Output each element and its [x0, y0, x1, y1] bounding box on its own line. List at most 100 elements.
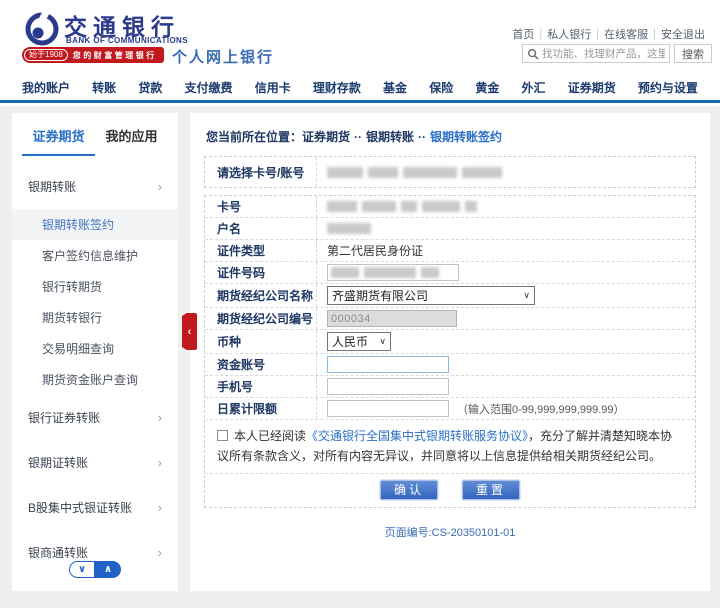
ribbon-slogan: 您的财富管理银行 [73, 50, 157, 61]
agreement-link[interactable]: 《交通银行全国集中式银期转账服务协议》 [306, 429, 528, 443]
breadcrumb-segment-1[interactable]: 银期转账 [366, 130, 414, 144]
chevron-right-icon: › [158, 410, 162, 425]
signup-form: 请选择卡号/账号 卡号 户名 [204, 156, 696, 508]
bank-logo-icon [24, 11, 60, 47]
fund-account-row: 资金账号 [205, 354, 695, 376]
breadcrumb-segment-0[interactable]: 证券期货 [302, 130, 350, 144]
sidebar-item-0-2[interactable]: 银行转期货 [12, 271, 178, 302]
agreement-row: 本人已经阅读《交通银行全国集中式银期转账服务协议》，充分了解并清楚知晓本协议所有… [205, 420, 695, 474]
breadcrumb-segment-2[interactable]: 银期转账签约 [430, 130, 502, 144]
chevron-left-icon: ‹ [188, 326, 192, 338]
top-link-2[interactable]: 在线客服 [604, 26, 648, 42]
confirm-button[interactable]: 确认 [380, 480, 438, 500]
sidebar-item-0-1[interactable]: 客户签约信息维护 [12, 240, 178, 271]
link-separator: | [596, 28, 599, 40]
nav-item-7[interactable]: 保险 [429, 79, 453, 96]
sidebar-group-3[interactable]: B股集中式银证转账 › [12, 485, 178, 530]
id-no-row: 证件号码 [205, 262, 695, 284]
nav-item-11[interactable]: 预约与设置 [638, 79, 698, 96]
nav-item-3[interactable]: 支付缴费 [185, 79, 233, 96]
page-number: 页面编号:CS-20350101-01 [190, 524, 710, 540]
agreement-checkbox[interactable] [217, 430, 228, 441]
sidebar-pager: ∨ ∧ [69, 561, 121, 578]
nav-item-10[interactable]: 证券期货 [568, 79, 616, 96]
sidebar-tab-0[interactable]: 证券期货 [22, 126, 95, 156]
details-box: 卡号 户名 证件类型 第二代居民身份证 证件号码 [204, 195, 696, 508]
portal-title: 个人网上银行 [172, 46, 274, 67]
collapse-sidebar-tab[interactable]: ‹ [182, 313, 197, 350]
search-placeholder: 找功能、找理财产品，这里输入。 [542, 46, 665, 61]
top-link-1[interactable]: 私人银行 [547, 26, 591, 42]
account-name-value-redacted [327, 223, 371, 234]
breadcrumb: 您当前所在位置：证券期货··银期转账··银期转账签约 [190, 113, 710, 154]
nav-item-9[interactable]: 外汇 [522, 79, 546, 96]
nav-item-2[interactable]: 贷款 [138, 79, 162, 96]
form-actions: 确认 重置 [205, 474, 695, 507]
sidebar-item-0-5[interactable]: 期货资金账户查询 [12, 364, 178, 395]
broker-name-label: 期货经纪公司名称 [205, 284, 317, 307]
sidebar-group-label: 银商通转账 [28, 544, 88, 561]
broker-code-row: 期货经纪公司编号 000034 [205, 308, 695, 330]
sidebar-group-1[interactable]: 银行证券转账 › [12, 395, 178, 440]
sidebar: 证券期货我的应用 银期转账 › 银期转账签约客户签约信息维护银行转期货期货转银行交易… [12, 113, 178, 591]
currency-row: 币种 人民币 ∨ [205, 330, 695, 354]
link-separator: | [653, 28, 656, 40]
top-link-0[interactable]: 首页 [512, 26, 534, 42]
broker-code-label: 期货经纪公司编号 [205, 308, 317, 329]
nav-item-0[interactable]: 我的账户 [22, 79, 70, 96]
search-area: 找功能、找理财产品，这里输入。 搜索 [522, 44, 712, 63]
search-input[interactable]: 找功能、找理财产品，这里输入。 [522, 44, 670, 63]
id-no-label: 证件号码 [205, 262, 317, 283]
fund-account-input[interactable] [327, 356, 449, 373]
bank-name-en: BANK OF COMMUNICATIONS [66, 36, 188, 45]
card-no-row: 卡号 [205, 196, 695, 218]
nav-item-4[interactable]: 信用卡 [255, 79, 291, 96]
id-type-value: 第二代居民身份证 [317, 240, 695, 261]
nav-item-1[interactable]: 转账 [92, 79, 116, 96]
daily-limit-hint: （输入范围0-99,999,999,999.99） [457, 401, 625, 417]
sidebar-group-label: 银行证券转账 [28, 409, 100, 426]
sidebar-group-2[interactable]: 银期证转账› [12, 440, 178, 485]
sidebar-tab-1[interactable]: 我的应用 [95, 126, 168, 156]
scroll-up-button[interactable]: ∧ [95, 561, 121, 578]
sidebar-tabs: 证券期货我的应用 [12, 113, 178, 156]
card-no-label: 卡号 [205, 196, 317, 217]
sidebar-group-label: 银期转账 [28, 178, 76, 195]
sidebar-item-0-3[interactable]: 期货转银行 [12, 302, 178, 333]
chevron-right-icon: › [158, 500, 162, 515]
id-no-input[interactable] [327, 264, 459, 281]
mobile-input[interactable] [327, 378, 449, 395]
broker-name-row: 期货经纪公司名称 齐盛期货有限公司 ∨ [205, 284, 695, 308]
mobile-row: 手机号 [205, 376, 695, 398]
search-button[interactable]: 搜索 [674, 44, 712, 63]
sidebar-menu: 银期转账 › 银期转账签约客户签约信息维护银行转期货期货转银行交易明细查询期货资金账… [12, 164, 178, 575]
chevron-right-icon: › [158, 455, 162, 470]
ribbon-year: 始于1908 [24, 49, 68, 61]
sidebar-group-0[interactable]: 银期转账 › [12, 164, 178, 209]
nav-item-8[interactable]: 黄金 [475, 79, 499, 96]
sidebar-item-0-4[interactable]: 交易明细查询 [12, 333, 178, 364]
reset-button[interactable]: 重置 [462, 480, 520, 500]
currency-label: 币种 [205, 330, 317, 353]
fund-account-label: 资金账号 [205, 354, 317, 375]
breadcrumb-separator: ·· [354, 130, 362, 144]
nav-item-5[interactable]: 理财存款 [313, 79, 361, 96]
search-icon [527, 48, 539, 60]
broker-name-select[interactable]: 齐盛期货有限公司 ∨ [327, 286, 535, 305]
chevron-right-icon: › [158, 179, 162, 194]
daily-limit-input[interactable] [327, 400, 449, 417]
header: 交通银行 BANK OF COMMUNICATIONS 始于1908 您的财富管… [0, 0, 720, 75]
sidebar-group-label: B股集中式银证转账 [28, 499, 132, 516]
link-separator: | [539, 28, 542, 40]
breadcrumb-separator: ·· [418, 130, 426, 144]
broker-code-input: 000034 [327, 310, 457, 327]
card-select-control[interactable] [317, 165, 695, 180]
sidebar-item-0-0[interactable]: 银期转账签约 [12, 209, 178, 240]
top-link-3[interactable]: 安全退出 [661, 26, 705, 42]
daily-limit-row: 日累计限额 （输入范围0-99,999,999,999.99） [205, 398, 695, 420]
nav-item-6[interactable]: 基金 [383, 79, 407, 96]
scroll-down-button[interactable]: ∨ [69, 561, 95, 578]
currency-select[interactable]: 人民币 ∨ [327, 332, 391, 351]
chevron-down-icon: ∨ [379, 336, 386, 347]
content-area: 证券期货我的应用 银期转账›银期转账签约客户签约信息维护银行转期货期货转银行交易… [0, 106, 720, 608]
